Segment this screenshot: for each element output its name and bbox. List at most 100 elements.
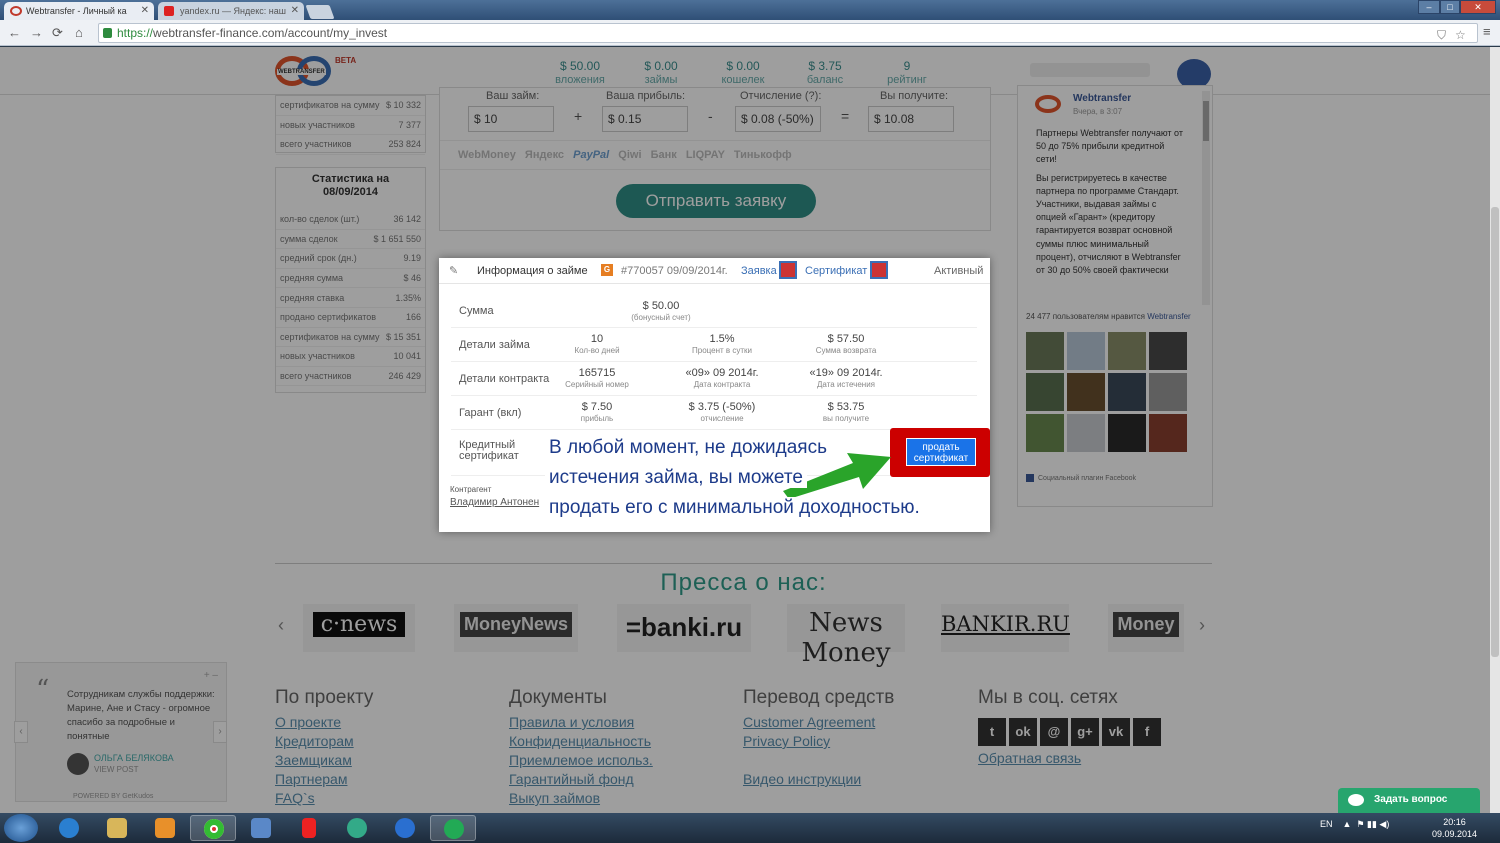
cell: $ 7.50 прибыль <box>532 402 662 424</box>
row-label: Гарант (вкл) <box>459 407 522 419</box>
windows-start-icon[interactable] <box>4 814 38 842</box>
pdf-icon[interactable] <box>779 261 797 279</box>
speaker-taskbar-icon[interactable] <box>238 815 284 841</box>
webtransfer-favicon-icon <box>10 6 22 16</box>
pdf-icon[interactable] <box>870 261 888 279</box>
forward-arrow-icon[interactable]: → <box>30 25 43 40</box>
cell-caption: Серийный номер <box>565 380 629 389</box>
cell-caption: Сумма возврата <box>815 346 877 355</box>
cell-caption: Кол-во дней <box>574 346 620 355</box>
shield-icon[interactable]: ⛉ <box>1437 28 1446 43</box>
cell-value: $ 53.75 <box>827 401 865 413</box>
cell: «19» 09 2014г. Дата истечения <box>781 368 911 390</box>
url-input[interactable]: https://webtransfer-finance.com/account/… <box>98 23 1478 43</box>
cell-caption: вы получите <box>822 414 870 423</box>
request-link[interactable]: Заявка <box>741 265 777 277</box>
certificate-link[interactable]: Сертификат <box>805 265 867 277</box>
explorer-taskbar-icon[interactable] <box>94 815 140 841</box>
cell-value: 165715 <box>578 367 616 379</box>
callout-line: истечения займа, вы можете <box>545 467 807 488</box>
cell-caption: Дата истечения <box>817 380 875 389</box>
callout-line: В любой момент, не дожидаясь <box>545 437 831 458</box>
cell-value: $ 7.50 <box>581 401 613 413</box>
cell-value: «09» 09 2014г. <box>685 367 759 379</box>
web-page: WEBTRANSFER BETA $ 50.00 вложения $ 0.00… <box>0 47 1490 813</box>
guarantee-badge: G <box>601 264 613 276</box>
windows-taskbar: EN ▲ ⚑ ▮▮ ◀) 20:16 09.09.2014 <box>0 813 1500 843</box>
ie-taskbar-icon[interactable] <box>46 815 92 841</box>
loan-number: #770057 09/09/2014г. <box>621 265 728 277</box>
cell-caption: отчисление <box>700 414 744 423</box>
annotation-callout: В любой момент, не дожидаясь истечения з… <box>545 433 957 523</box>
cell-caption: прибыль <box>580 414 614 423</box>
cell: $ 53.75 вы получите <box>781 402 911 424</box>
cell-value: 1.5% <box>709 333 735 345</box>
cell-value: $ 3.75 (-50%) <box>688 401 756 413</box>
tab-title: yandex.ru — Яндекс: наш <box>180 6 286 16</box>
app-taskbar-icon[interactable] <box>430 815 476 841</box>
address-bar-row: ← → ⟳ ⌂ https://webtransfer-finance.com/… <box>0 20 1500 46</box>
modal-header: ✎ Информация о займе G #770057 09/09/201… <box>439 258 990 284</box>
modal-title: Информация о займе <box>477 265 588 277</box>
close-tab-icon[interactable]: ✕ <box>291 5 299 16</box>
cell-value: «19» 09 2014г. <box>809 367 883 379</box>
row-label: Сумма <box>459 305 494 317</box>
chat-bubble-icon <box>1348 794 1364 806</box>
cell-caption: (бонусный счет) <box>631 313 691 322</box>
row-label-line: сертификат <box>459 450 519 462</box>
loan-details-row: Детали займа 10 Кол-во дней 1.5% Процент в… <box>451 328 977 362</box>
maximize-button[interactable]: □ <box>1440 0 1460 14</box>
counterparty-label: Контрагент <box>450 485 492 494</box>
row-label: Кредитный сертификат <box>459 440 519 462</box>
cell-value: $ 50.00 <box>642 300 680 312</box>
system-tray: EN ▲ ⚑ ▮▮ ◀) <box>1320 819 1390 829</box>
cell: «09» 09 2014г. Дата контракта <box>657 368 787 390</box>
sum-row: Сумма $ 50.00 (бонусный счет) <box>451 294 977 328</box>
counterparty-name[interactable]: Владимир Антонен <box>450 497 546 508</box>
close-tab-icon[interactable]: ✕ <box>141 5 149 16</box>
sum-value: $ 50.00 (бонусный счет) <box>596 301 726 323</box>
cell-value: 10 <box>590 333 604 345</box>
pencil-icon[interactable]: ✎ <box>449 264 458 277</box>
clock-time: 20:16 <box>1443 817 1466 827</box>
back-arrow-icon[interactable]: ← <box>8 25 21 40</box>
yandex-taskbar-icon[interactable] <box>286 815 332 841</box>
tab-webtransfer[interactable]: Webtransfer - Личный ка ✕ <box>4 2 154 20</box>
chrome-taskbar-icon[interactable] <box>190 815 236 841</box>
cell-caption: Дата контракта <box>693 380 751 389</box>
close-window-button[interactable]: ✕ <box>1460 0 1496 14</box>
cell-value: $ 57.50 <box>827 333 865 345</box>
minimize-button[interactable]: – <box>1418 0 1440 14</box>
menu-icon[interactable]: ≡ <box>1483 24 1491 39</box>
callout-line: продать его с минимальной доходностью. <box>545 497 924 518</box>
cell-caption: Процент в сутки <box>692 346 752 355</box>
cell: 1.5% Процент в сутки <box>657 334 787 356</box>
ask-question-label: Задать вопрос <box>1374 794 1448 805</box>
contract-details-row: Детали контракта 165715 Серийный номер «0… <box>451 362 977 396</box>
cell: 165715 Серийный номер <box>532 368 662 390</box>
clock-date: 09.09.2014 <box>1432 829 1478 839</box>
cell: $ 3.75 (-50%) отчисление <box>657 402 787 424</box>
skype-taskbar-icon[interactable] <box>382 815 428 841</box>
page-scrollbar[interactable] <box>1490 47 1500 813</box>
home-icon[interactable]: ⌂ <box>75 25 83 40</box>
cell: 10 Кол-во дней <box>532 334 662 356</box>
yandex-favicon-icon <box>164 6 174 16</box>
tab-yandex[interactable]: yandex.ru — Яндекс: наш ✕ <box>158 2 304 20</box>
language-indicator[interactable]: EN <box>1320 819 1333 829</box>
url-scheme: https:// <box>117 26 154 40</box>
app-taskbar-icon[interactable] <box>334 815 380 841</box>
media-player-taskbar-icon[interactable] <box>142 815 188 841</box>
clock[interactable]: 20:16 09.09.2014 <box>1432 816 1477 840</box>
browser-tab-bar: Webtransfer - Личный ка ✕ yandex.ru — Ян… <box>0 0 1500 20</box>
bookmark-star-icon[interactable]: ☆ <box>1455 28 1466 42</box>
url-text: webtransfer-finance.com/account/my_inves… <box>153 26 388 40</box>
ask-question-button[interactable]: Задать вопрос <box>1338 788 1480 813</box>
row-label: Детали займа <box>459 339 530 351</box>
lock-icon <box>103 28 112 38</box>
guarantee-row: Гарант (вкл) $ 7.50 прибыль $ 3.75 (-50%)… <box>451 396 977 430</box>
reload-icon[interactable]: ⟳ <box>52 25 63 41</box>
new-tab-button[interactable] <box>305 5 335 19</box>
cell: $ 57.50 Сумма возврата <box>781 334 911 356</box>
tab-title: Webtransfer - Личный ка <box>26 6 127 16</box>
